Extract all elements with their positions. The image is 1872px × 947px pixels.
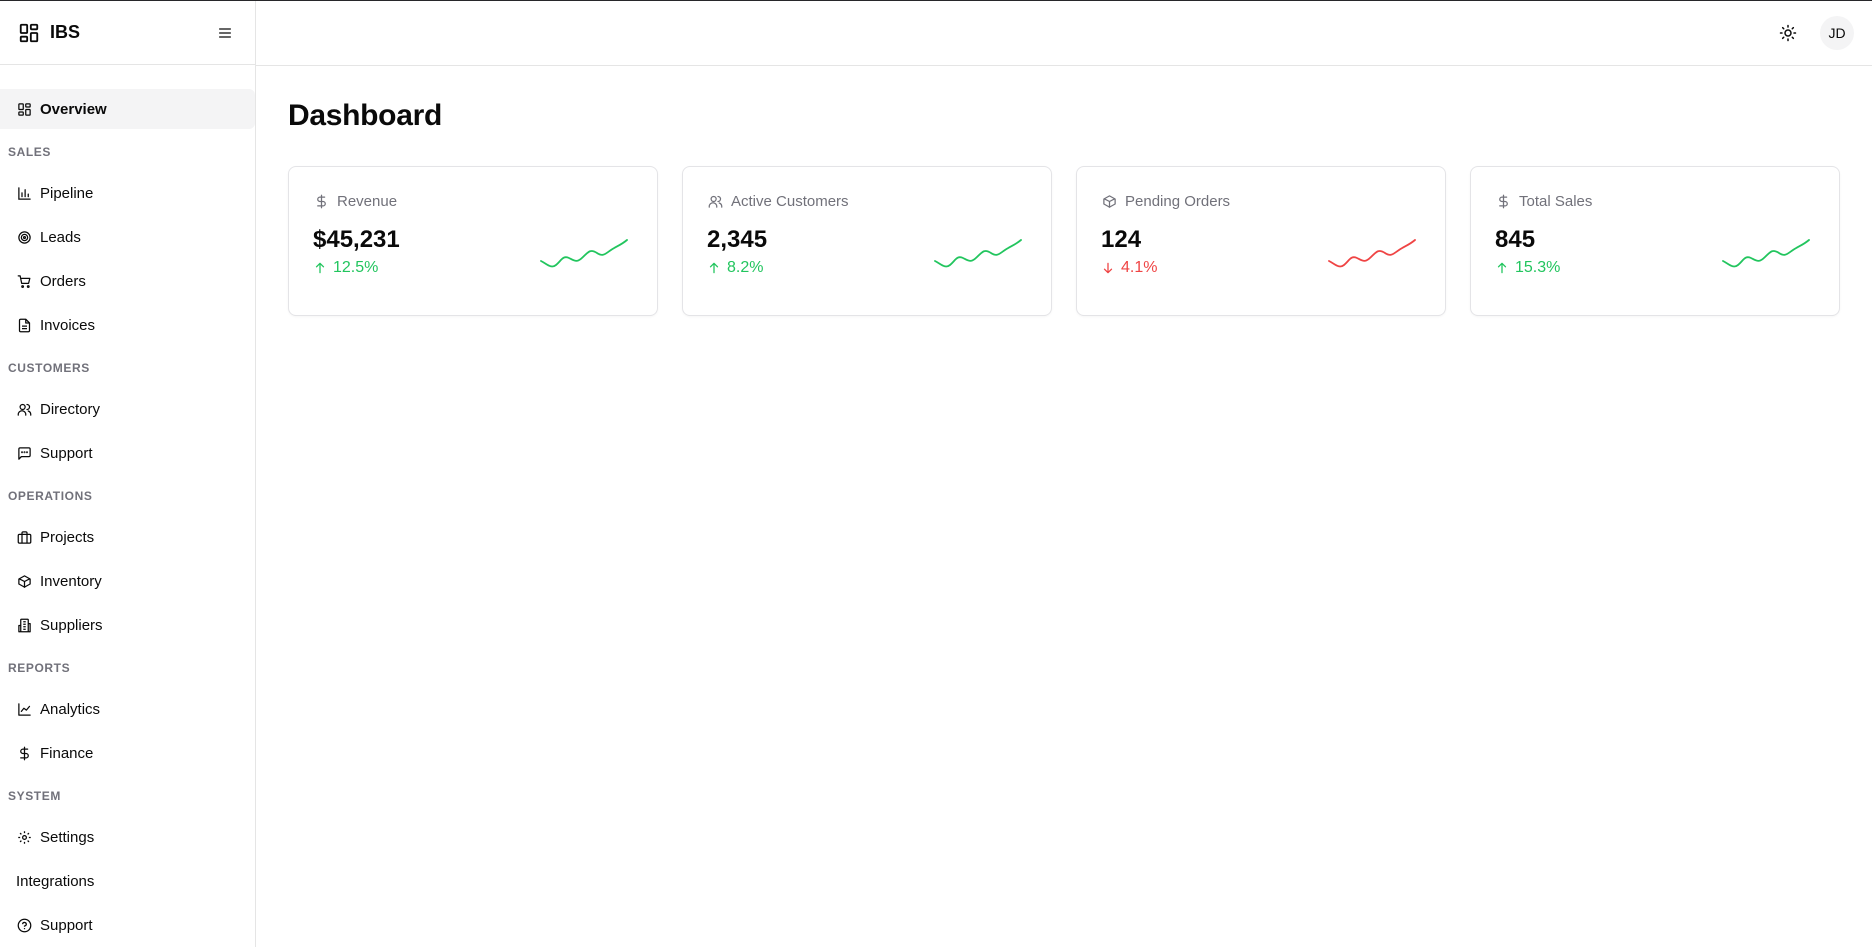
sidebar-item-invoices[interactable]: Invoices xyxy=(0,305,255,345)
card-change-value: 15.3% xyxy=(1515,259,1561,276)
sparkline xyxy=(934,239,1022,268)
section-label-operations: OPERATIONS xyxy=(8,489,93,503)
users-icon xyxy=(16,401,32,417)
sidebar-nav: Overview SALES Pipeline Leads Orders Inv… xyxy=(0,65,255,945)
card-label: Total Sales xyxy=(1519,192,1593,210)
dollar-icon xyxy=(16,745,32,761)
sun-icon xyxy=(1779,24,1797,42)
package-icon xyxy=(1101,193,1117,209)
sidebar-item-label: Suppliers xyxy=(40,616,103,634)
sidebar-item-label: Projects xyxy=(40,528,95,546)
section-label-reports: REPORTS xyxy=(8,661,71,675)
sidebar-item-directory[interactable]: Directory xyxy=(0,389,255,429)
stat-card-active-customers: Active Customers 2,345 8.2% xyxy=(682,166,1052,316)
sidebar-item-label: Analytics xyxy=(40,700,101,718)
arrow-up-icon xyxy=(1495,261,1509,275)
sparkline-path xyxy=(1328,239,1416,268)
sidebar-item-finance[interactable]: Finance xyxy=(0,733,255,773)
stat-cards: Revenue $45,231 12.5% Active Customers 2… xyxy=(288,166,1840,316)
sidebar-item-help-support[interactable]: Support xyxy=(0,905,255,945)
dashboard-content: Dashboard Revenue $45,231 12.5% Active C… xyxy=(256,66,1872,348)
sidebar-item-suppliers[interactable]: Suppliers xyxy=(0,605,255,645)
sidebar-item-label: Invoices xyxy=(40,316,96,334)
menu-icon xyxy=(219,27,231,38)
sidebar-item-label: Pipeline xyxy=(40,184,94,202)
sidebar-item-label: Inventory xyxy=(40,572,102,590)
sidebar-item-label: Settings xyxy=(40,828,95,846)
card-change-value: 12.5% xyxy=(333,259,379,276)
sidebar-item-label: Leads xyxy=(40,228,81,246)
help-circle-icon xyxy=(16,917,32,933)
brand-name: IBS xyxy=(50,22,81,42)
sparkline-path xyxy=(540,239,628,268)
sidebar-item-label: Integrations xyxy=(16,872,95,890)
sidebar-item-settings[interactable]: Settings xyxy=(0,817,255,857)
sidebar-item-overview[interactable]: Overview xyxy=(0,89,255,129)
card-label: Pending Orders xyxy=(1125,192,1231,210)
brand-bar: IBS xyxy=(0,1,255,65)
briefcase-icon xyxy=(16,529,32,545)
sidebar-item-pipeline[interactable]: Pipeline xyxy=(0,173,255,213)
page-title: Dashboard xyxy=(288,99,442,132)
sidebar-item-leads[interactable]: Leads xyxy=(0,217,255,257)
bar-chart-icon xyxy=(16,185,32,201)
sidebar-item-inventory[interactable]: Inventory xyxy=(0,561,255,601)
sidebar-item-support[interactable]: Support xyxy=(0,433,255,473)
arrow-down-icon xyxy=(1101,261,1115,275)
sidebar-item-orders[interactable]: Orders xyxy=(0,261,255,301)
stat-card-total-sales: Total Sales 845 15.3% xyxy=(1470,166,1840,316)
card-label: Revenue xyxy=(337,192,398,210)
app-shell: IBS Overview SALES Pipeline Leads Orders… xyxy=(0,1,1872,947)
section-label-customers: CUSTOMERS xyxy=(8,361,90,375)
card-change-value: 4.1% xyxy=(1121,259,1158,276)
theme-toggle-button[interactable] xyxy=(1770,15,1806,51)
stat-card-revenue: Revenue $45,231 12.5% xyxy=(288,166,658,316)
section-label-system: SYSTEM xyxy=(8,789,61,803)
dollar-icon xyxy=(1495,193,1511,209)
gear-icon xyxy=(16,829,32,845)
sidebar-item-label: Finance xyxy=(40,744,94,762)
card-change-value: 8.2% xyxy=(727,259,764,276)
top-bar: JD xyxy=(256,1,1872,66)
sparkline xyxy=(1328,239,1416,268)
sparkline-path xyxy=(1722,239,1810,268)
users-icon xyxy=(707,193,723,209)
shopping-cart-icon xyxy=(16,273,32,289)
sidebar-item-label: Support xyxy=(40,916,93,934)
line-chart-icon xyxy=(16,701,32,717)
main-area: JD Dashboard Revenue $45,231 12.5% Activ… xyxy=(256,1,1872,947)
avatar[interactable]: JD xyxy=(1820,16,1854,50)
layout-grid-icon xyxy=(18,22,40,44)
sidebar-item-projects[interactable]: Projects xyxy=(0,517,255,557)
stat-card-pending-orders: Pending Orders 124 4.1% xyxy=(1076,166,1446,316)
target-icon xyxy=(16,229,32,245)
card-label: Active Customers xyxy=(731,192,849,210)
sidebar-item-label: Support xyxy=(40,444,93,462)
sidebar-item-label: Overview xyxy=(40,100,107,118)
section-label-sales: SALES xyxy=(8,145,52,159)
layout-grid-icon xyxy=(16,101,32,117)
arrow-up-icon xyxy=(313,261,327,275)
sidebar-item-integrations[interactable]: Integrations xyxy=(0,861,255,901)
sidebar-item-label: Orders xyxy=(40,272,86,290)
sparkline xyxy=(540,239,628,268)
building-icon xyxy=(16,617,32,633)
sparkline-path xyxy=(934,239,1022,268)
sidebar-item-label: Directory xyxy=(40,400,101,418)
message-square-icon xyxy=(16,445,32,461)
sidebar-item-analytics[interactable]: Analytics xyxy=(0,689,255,729)
arrow-up-icon xyxy=(707,261,721,275)
dollar-icon xyxy=(313,193,329,209)
menu-toggle-button[interactable] xyxy=(213,21,237,45)
sparkline xyxy=(1722,239,1810,268)
sidebar: IBS Overview SALES Pipeline Leads Orders… xyxy=(0,1,256,947)
file-text-icon xyxy=(16,317,32,333)
package-icon xyxy=(16,573,32,589)
